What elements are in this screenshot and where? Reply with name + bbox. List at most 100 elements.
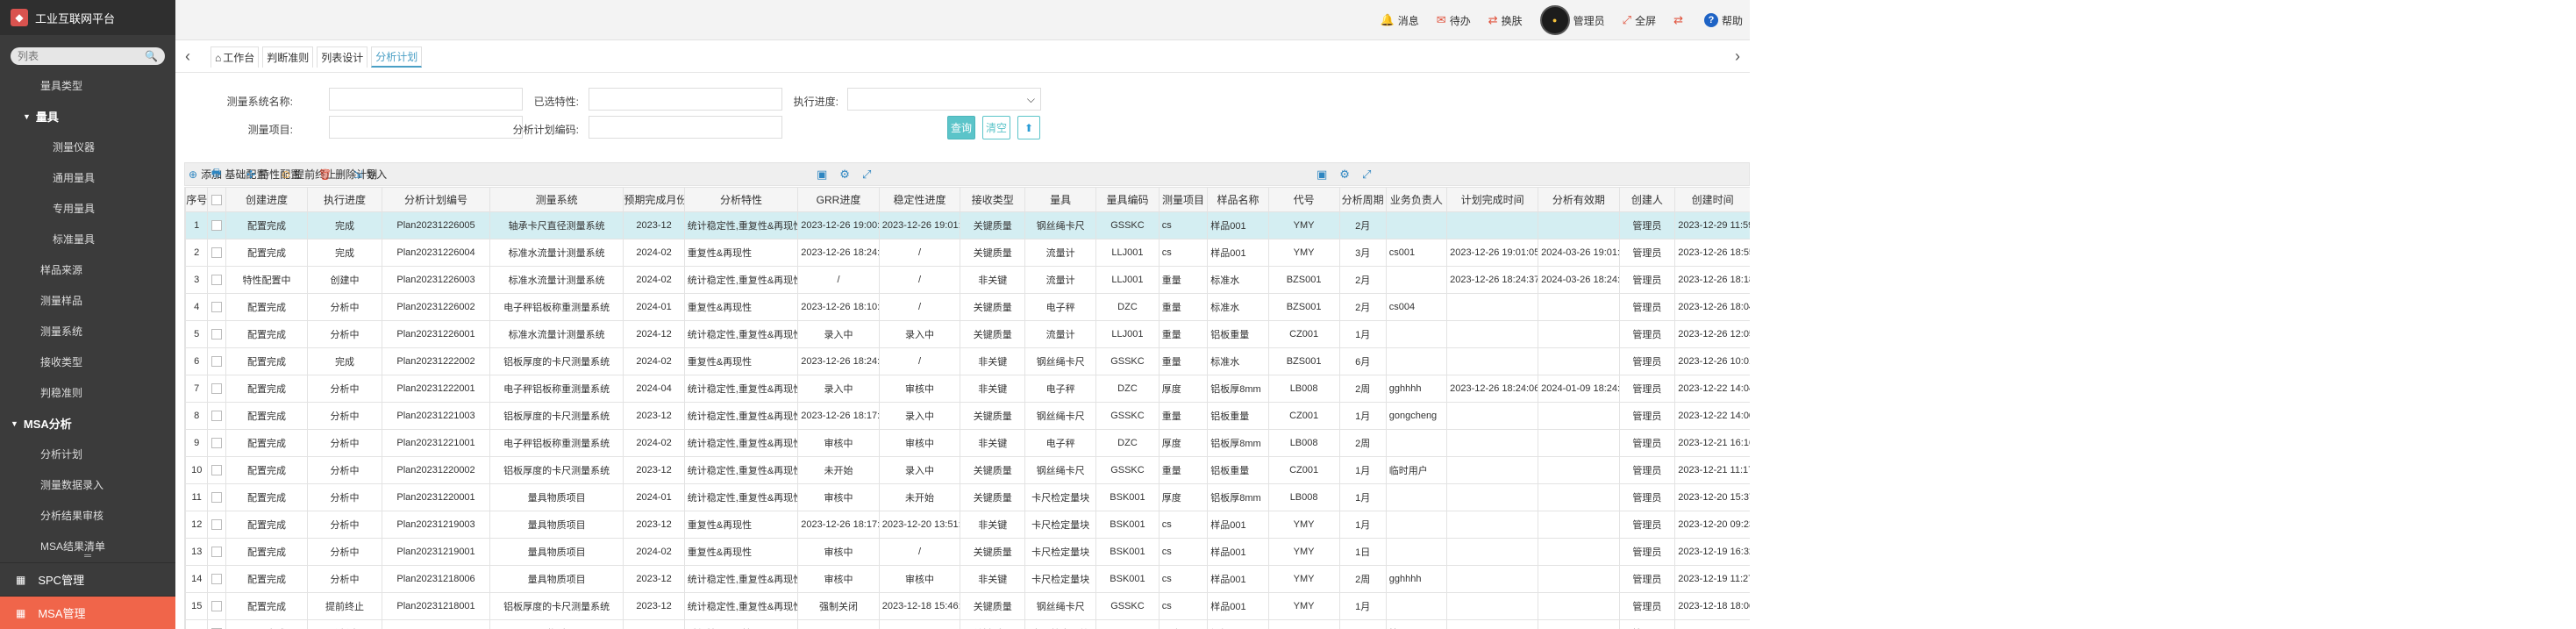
sidebar-item[interactable]: 测量样品 bbox=[0, 285, 175, 316]
header-tool[interactable]: ⤢ 全屏 bbox=[1623, 13, 1656, 28]
progress-select[interactable]: ⌵ bbox=[847, 88, 1041, 111]
column-header[interactable]: 代号 bbox=[1267, 187, 1340, 212]
table-row[interactable]: 2 配置完成 完成 Plan20231226004 标准水流量计测量系统 2024-02 重… bbox=[185, 239, 1750, 267]
column-header[interactable] bbox=[207, 187, 227, 212]
sidebar-item[interactable]: ▼ MSA分析 bbox=[0, 408, 175, 439]
row-checkbox[interactable] bbox=[211, 275, 223, 286]
upload-button[interactable]: ⬆ bbox=[1017, 116, 1040, 139]
column-header[interactable]: 分析特性 bbox=[683, 187, 799, 212]
row-checkbox[interactable] bbox=[211, 492, 223, 504]
sidebar-item[interactable]: 标准量具 bbox=[0, 224, 175, 254]
header-tool[interactable]: ✉ 待办 bbox=[1437, 13, 1471, 28]
header-tool[interactable]: ● 管理员 bbox=[1539, 5, 1605, 35]
row-checkbox[interactable] bbox=[211, 383, 223, 395]
table-cell[interactable] bbox=[207, 538, 227, 566]
table-row[interactable]: 15 配置完成 提前终止 Plan20231218001 铝板厚度的卡尺测量系统 2023… bbox=[185, 592, 1750, 620]
row-checkbox[interactable] bbox=[211, 220, 223, 232]
column-header[interactable]: 业务负责人 bbox=[1385, 187, 1448, 212]
column-header[interactable]: 样品名称 bbox=[1207, 187, 1269, 212]
toolbar-button[interactable]: ⇲ 导入 bbox=[353, 163, 387, 185]
expand-icon[interactable]: ⤢ bbox=[1362, 168, 1371, 182]
row-checkbox[interactable] bbox=[211, 519, 223, 531]
sidebar-item[interactable]: 样品来源 bbox=[0, 254, 175, 285]
column-header[interactable]: 计划完成时间 bbox=[1446, 187, 1539, 212]
column-header[interactable]: 创建进度 bbox=[225, 187, 308, 212]
column-header[interactable]: 测量项目 bbox=[1158, 187, 1209, 212]
table-row[interactable]: 7 配置完成 分析中 Plan20231222001 电子秤铝板称重测量系统 2024-0… bbox=[185, 375, 1750, 403]
header-tool[interactable]: 🔔 消息 bbox=[1381, 13, 1419, 28]
table-cell[interactable] bbox=[207, 320, 227, 348]
table-row[interactable]: 10 配置完成 分析中 Plan20231220002 铝板厚度的卡尺测量系统 2023-… bbox=[185, 456, 1750, 484]
sidebar-item[interactable]: 通用量具 bbox=[0, 162, 175, 193]
header-tool[interactable]: ⇄ bbox=[1673, 13, 1687, 27]
sidebar-item[interactable]: 分析结果审核 bbox=[0, 500, 175, 531]
drag-handle-icon[interactable]: ═ bbox=[0, 550, 175, 562]
sidebar-item[interactable]: 判稳准则 bbox=[0, 377, 175, 408]
column-header[interactable]: 序号 bbox=[185, 187, 209, 212]
table-row[interactable]: 11 配置完成 分析中 Plan20231220001 量具物质项目 2024-01 统计稳… bbox=[185, 483, 1750, 511]
folder-icon[interactable]: ▣ bbox=[817, 168, 827, 182]
sidebar-item[interactable]: ▼ 量具 bbox=[0, 101, 175, 132]
menu-search[interactable]: 🔍 bbox=[11, 47, 165, 65]
sidebar-item[interactable]: 分析计划 bbox=[0, 439, 175, 469]
table-cell[interactable] bbox=[207, 592, 227, 620]
column-header[interactable]: 预期完成月份 bbox=[623, 187, 685, 212]
sidebar-item[interactable]: 量具类型 bbox=[0, 70, 175, 101]
table-row[interactable]: 8 配置完成 分析中 Plan20231221003 铝板厚度的卡尺测量系统 2023-1… bbox=[185, 402, 1750, 430]
row-checkbox[interactable] bbox=[211, 465, 223, 476]
tab[interactable]: 列表设计 bbox=[317, 46, 368, 68]
column-header[interactable]: 创建时间 bbox=[1674, 187, 1750, 212]
table-cell[interactable] bbox=[207, 483, 227, 511]
table-cell[interactable] bbox=[207, 429, 227, 457]
column-header[interactable]: 接收类型 bbox=[960, 187, 1026, 212]
table-row[interactable]: 12 配置完成 分析中 Plan20231219003 量具物质项目 2023-12 重复性… bbox=[185, 511, 1750, 539]
sidebar-item[interactable]: 专用量具 bbox=[0, 193, 175, 224]
menu-search-input[interactable] bbox=[18, 50, 146, 62]
sidebar-item[interactable]: 测量仪器 bbox=[0, 132, 175, 162]
table-cell[interactable] bbox=[207, 239, 227, 267]
column-header[interactable]: 稳定性进度 bbox=[878, 187, 961, 212]
query-button[interactable]: 查询 bbox=[947, 116, 975, 139]
expand-icon[interactable]: ⤢ bbox=[862, 168, 871, 182]
sidebar-item[interactable]: 测量系统 bbox=[0, 316, 175, 347]
column-header[interactable]: 分析有效期 bbox=[1538, 187, 1620, 212]
table-row[interactable]: 14 配置完成 分析中 Plan20231218006 量具物质项目 2023-12 统计稳… bbox=[185, 565, 1750, 593]
table-row[interactable]: 1 配置完成 完成 Plan20231226005 轴承卡尺直径测量系统 2023-12 统… bbox=[185, 211, 1750, 239]
table-row[interactable]: 5 配置完成 分析中 Plan20231226001 标准水流量计测量系统 2024-12… bbox=[185, 320, 1750, 348]
table-cell[interactable] bbox=[207, 456, 227, 484]
tab[interactable]: 判断准则 bbox=[262, 46, 314, 68]
table-row[interactable]: 6 配置完成 完成 Plan20231222002 铝板厚度的卡尺测量系统 2024-02… bbox=[185, 347, 1750, 375]
row-checkbox[interactable] bbox=[211, 411, 223, 422]
column-header[interactable]: 创建人 bbox=[1618, 187, 1676, 212]
settings-icon[interactable]: ⚙ bbox=[839, 168, 850, 182]
select-all-checkbox[interactable] bbox=[211, 195, 223, 206]
sidebar-item[interactable]: 接收类型 bbox=[0, 347, 175, 377]
table-cell[interactable] bbox=[207, 375, 227, 403]
table-row[interactable]: 3 特性配置中 创建中 Plan20231226003 标准水流量计测量系统 2024-0… bbox=[185, 266, 1750, 294]
header-tool[interactable]: ⇄ 换肤 bbox=[1488, 13, 1523, 28]
row-checkbox[interactable] bbox=[211, 329, 223, 340]
table-row[interactable]: 9 配置完成 分析中 Plan20231221001 电子秤铝板称重测量系统 2024-0… bbox=[185, 429, 1750, 457]
sidebar-item[interactable]: 测量数据录入 bbox=[0, 469, 175, 500]
column-header[interactable]: 量具 bbox=[1024, 187, 1097, 212]
table-cell[interactable] bbox=[207, 402, 227, 430]
tab[interactable]: ⌂ 工作台 bbox=[211, 46, 260, 68]
table-cell[interactable] bbox=[207, 565, 227, 593]
table-cell[interactable] bbox=[207, 347, 227, 375]
table-row[interactable]: 13 配置完成 分析中 Plan20231219001 量具物质项目 2024-02 重复性… bbox=[185, 538, 1750, 566]
column-header[interactable]: 分析周期 bbox=[1338, 187, 1387, 212]
row-checkbox[interactable] bbox=[211, 356, 223, 368]
tab-scroll-right-icon[interactable]: › bbox=[1725, 40, 1750, 73]
table-cell[interactable] bbox=[207, 266, 227, 294]
row-checkbox[interactable] bbox=[211, 438, 223, 449]
clear-button[interactable]: 清空 bbox=[982, 116, 1010, 139]
folder-icon[interactable]: ▣ bbox=[1317, 168, 1327, 182]
row-checkbox[interactable] bbox=[211, 547, 223, 558]
row-checkbox[interactable] bbox=[211, 601, 223, 612]
row-checkbox[interactable] bbox=[211, 247, 223, 259]
table-cell[interactable] bbox=[207, 619, 227, 629]
settings-icon[interactable]: ⚙ bbox=[1339, 168, 1350, 182]
table-row[interactable]: 4 配置完成 分析中 Plan20231226002 电子秤铝板称重测量系统 2024-0… bbox=[185, 293, 1750, 321]
avatar[interactable]: ● bbox=[1539, 5, 1570, 35]
table-cell[interactable] bbox=[207, 511, 227, 539]
